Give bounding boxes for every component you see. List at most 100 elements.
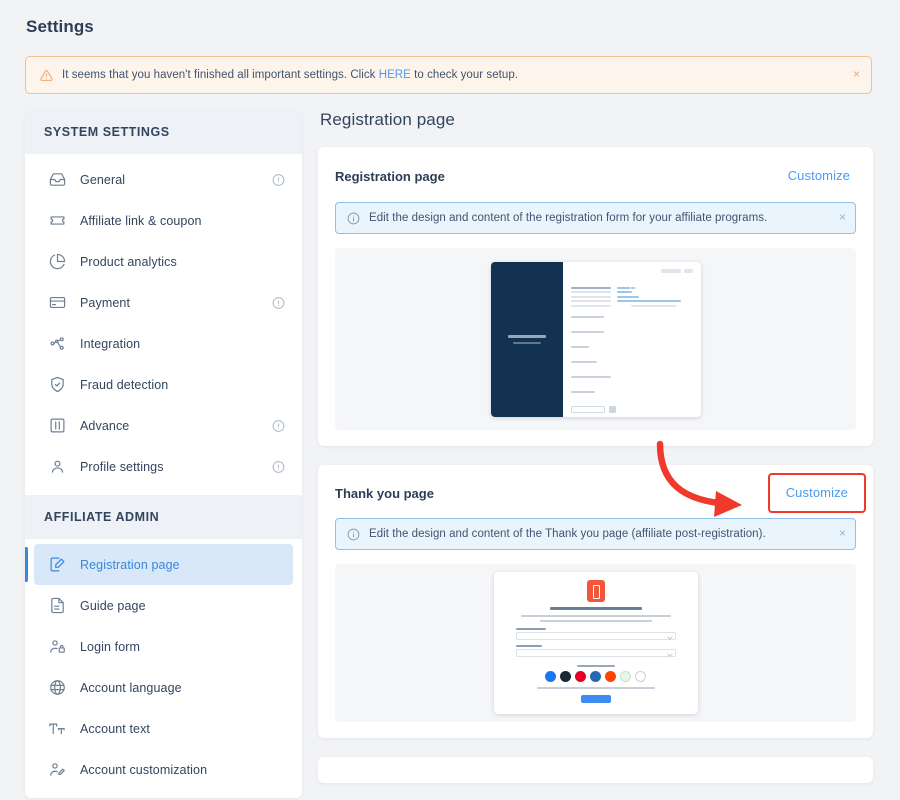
thumbnail-topbar bbox=[571, 268, 693, 273]
sidebar-item-payment[interactable]: Payment bbox=[34, 282, 293, 323]
network-nodes-icon bbox=[45, 335, 69, 352]
alert-text-after: to check your setup. bbox=[410, 69, 519, 81]
thumbnail-share-label bbox=[576, 664, 615, 667]
sidebar-list-system-settings: General Affiliate link & coupon Product … bbox=[25, 154, 302, 495]
thumbnail-coupon-code-input bbox=[515, 648, 676, 657]
sidebar-item-label: Payment bbox=[80, 295, 131, 310]
thank-you-page-thumbnail bbox=[493, 572, 698, 714]
sidebar-item-profile-settings[interactable]: Profile settings bbox=[34, 446, 293, 487]
email-icon bbox=[635, 670, 646, 682]
registration-info-box: Edit the design and content of the regis… bbox=[335, 202, 856, 234]
thank-you-customize-button[interactable]: Customize bbox=[786, 485, 848, 500]
sidebar-item-login-form[interactable]: Login form bbox=[34, 626, 293, 667]
sidebar-list-affiliate-admin: Registration page Guide page Login form bbox=[25, 539, 302, 798]
sidebar-item-label: Account text bbox=[80, 721, 150, 736]
sidebar-group-affiliate-admin: AFFILIATE ADMIN bbox=[25, 495, 302, 539]
thumbnail-note-text bbox=[536, 686, 655, 689]
sidebar-item-account-language[interactable]: Account language bbox=[34, 667, 293, 708]
sidebar-item-label: Registration page bbox=[80, 557, 180, 572]
registration-customize-button[interactable]: Customize bbox=[788, 168, 850, 183]
sidebar-item-label: Guide page bbox=[80, 598, 146, 613]
thumbnail-footer bbox=[570, 406, 693, 417]
sidebar-item-advance[interactable]: Advance bbox=[34, 405, 293, 446]
main-page-title: Registration page bbox=[320, 110, 455, 129]
info-circle-icon[interactable] bbox=[272, 460, 285, 473]
alert-message: It seems that you haven't finished all i… bbox=[62, 69, 518, 81]
inbox-tray-icon bbox=[45, 171, 69, 188]
next-card-partial bbox=[318, 757, 873, 783]
info-text: Edit the design and content of the Thank… bbox=[369, 528, 766, 540]
thank-you-info-box: Edit the design and content of the Thank… bbox=[335, 518, 856, 550]
thumbnail-social-icons bbox=[545, 670, 646, 682]
thank-you-page-card: Thank you page Customize Edit the design… bbox=[318, 465, 873, 738]
page-edit-icon bbox=[45, 556, 69, 573]
sidebar-item-label: Integration bbox=[80, 336, 141, 351]
thumbnail-paragraph-line bbox=[520, 615, 671, 617]
sidebar-item-general[interactable]: General bbox=[34, 159, 293, 200]
info-circle-icon[interactable] bbox=[272, 419, 285, 432]
thumbnail-field-list bbox=[570, 316, 693, 406]
user-icon bbox=[45, 458, 69, 475]
pie-chart-icon bbox=[45, 253, 69, 270]
thumbnail-terms-block bbox=[570, 286, 693, 310]
thumbnail-paragraph-line bbox=[539, 619, 652, 622]
linkedin-icon bbox=[590, 670, 601, 682]
sliders-icon bbox=[45, 417, 69, 434]
text-size-icon bbox=[45, 720, 69, 738]
sidebar-group-system-settings: SYSTEM SETTINGS bbox=[25, 110, 302, 154]
ticket-icon bbox=[45, 212, 69, 229]
registration-form-thumbnail bbox=[490, 261, 701, 417]
sidebar-item-fraud-detection[interactable]: Fraud detection bbox=[34, 364, 293, 405]
page-title: Settings bbox=[26, 17, 94, 36]
card-title: Registration page bbox=[335, 168, 445, 184]
sidebar-item-label: Affiliate link & coupon bbox=[80, 213, 202, 228]
settings-sidebar: SYSTEM SETTINGS General Affiliate link &… bbox=[25, 110, 302, 798]
brand-logo-icon bbox=[586, 580, 605, 602]
thumbnail-side-panel bbox=[490, 261, 563, 417]
registration-preview-pane[interactable] bbox=[335, 248, 856, 430]
setup-alert-banner: It seems that you haven't finished all i… bbox=[25, 56, 872, 94]
reddit-icon bbox=[605, 670, 616, 682]
sidebar-item-account-text[interactable]: Account text bbox=[34, 708, 293, 749]
info-circle-icon[interactable] bbox=[272, 173, 285, 186]
thank-you-customize-highlight: Customize bbox=[767, 473, 866, 513]
sidebar-item-registration-page[interactable]: Registration page bbox=[25, 544, 293, 585]
sidebar-item-affiliate-link-coupon[interactable]: Affiliate link & coupon bbox=[34, 200, 293, 241]
sidebar-item-product-analytics[interactable]: Product analytics bbox=[34, 241, 293, 282]
alert-here-link[interactable]: HERE bbox=[379, 69, 411, 81]
registration-customize-wrapper: Customize bbox=[782, 164, 856, 188]
user-edit-icon bbox=[45, 761, 69, 778]
facebook-icon bbox=[545, 670, 556, 682]
info-close-icon[interactable]: × bbox=[839, 527, 846, 539]
card-header: Registration page Customize bbox=[335, 164, 856, 188]
registration-page-card: Registration page Customize Edit the des… bbox=[318, 147, 873, 446]
info-circle-icon bbox=[347, 528, 360, 541]
alert-text-before: It seems that you haven't finished all i… bbox=[62, 69, 379, 81]
globe-icon bbox=[45, 679, 69, 696]
shield-check-icon bbox=[45, 376, 69, 393]
sidebar-item-guide-page[interactable]: Guide page bbox=[34, 585, 293, 626]
sidebar-item-label: Advance bbox=[80, 418, 130, 433]
sidebar-item-account-customization[interactable]: Account customization bbox=[34, 749, 293, 790]
sidebar-item-label: Account language bbox=[80, 680, 182, 695]
warning-triangle-icon bbox=[40, 69, 53, 82]
sidebar-item-label: Login form bbox=[80, 639, 141, 654]
sidebar-item-integration[interactable]: Integration bbox=[34, 323, 293, 364]
twitter-icon bbox=[560, 670, 571, 682]
thank-you-preview-pane[interactable] bbox=[335, 564, 856, 722]
thumbnail-captcha bbox=[570, 406, 693, 413]
credit-card-icon bbox=[45, 294, 69, 311]
info-circle-icon[interactable] bbox=[272, 296, 285, 309]
sidebar-item-label: Profile settings bbox=[80, 459, 164, 474]
thumbnail-form-panel bbox=[563, 262, 701, 417]
panel-title-placeholder bbox=[507, 334, 546, 338]
thumbnail-welcome-heading bbox=[549, 607, 642, 610]
document-icon bbox=[45, 597, 69, 614]
info-close-icon[interactable]: × bbox=[839, 211, 846, 223]
alert-close-icon[interactable]: × bbox=[853, 68, 860, 80]
panel-subtitle-placeholder bbox=[512, 341, 541, 344]
info-text: Edit the design and content of the regis… bbox=[369, 212, 768, 224]
card-title: Thank you page bbox=[335, 485, 434, 501]
sidebar-item-label: Account customization bbox=[80, 762, 208, 777]
thumbnail-affiliate-link-input bbox=[515, 631, 676, 640]
